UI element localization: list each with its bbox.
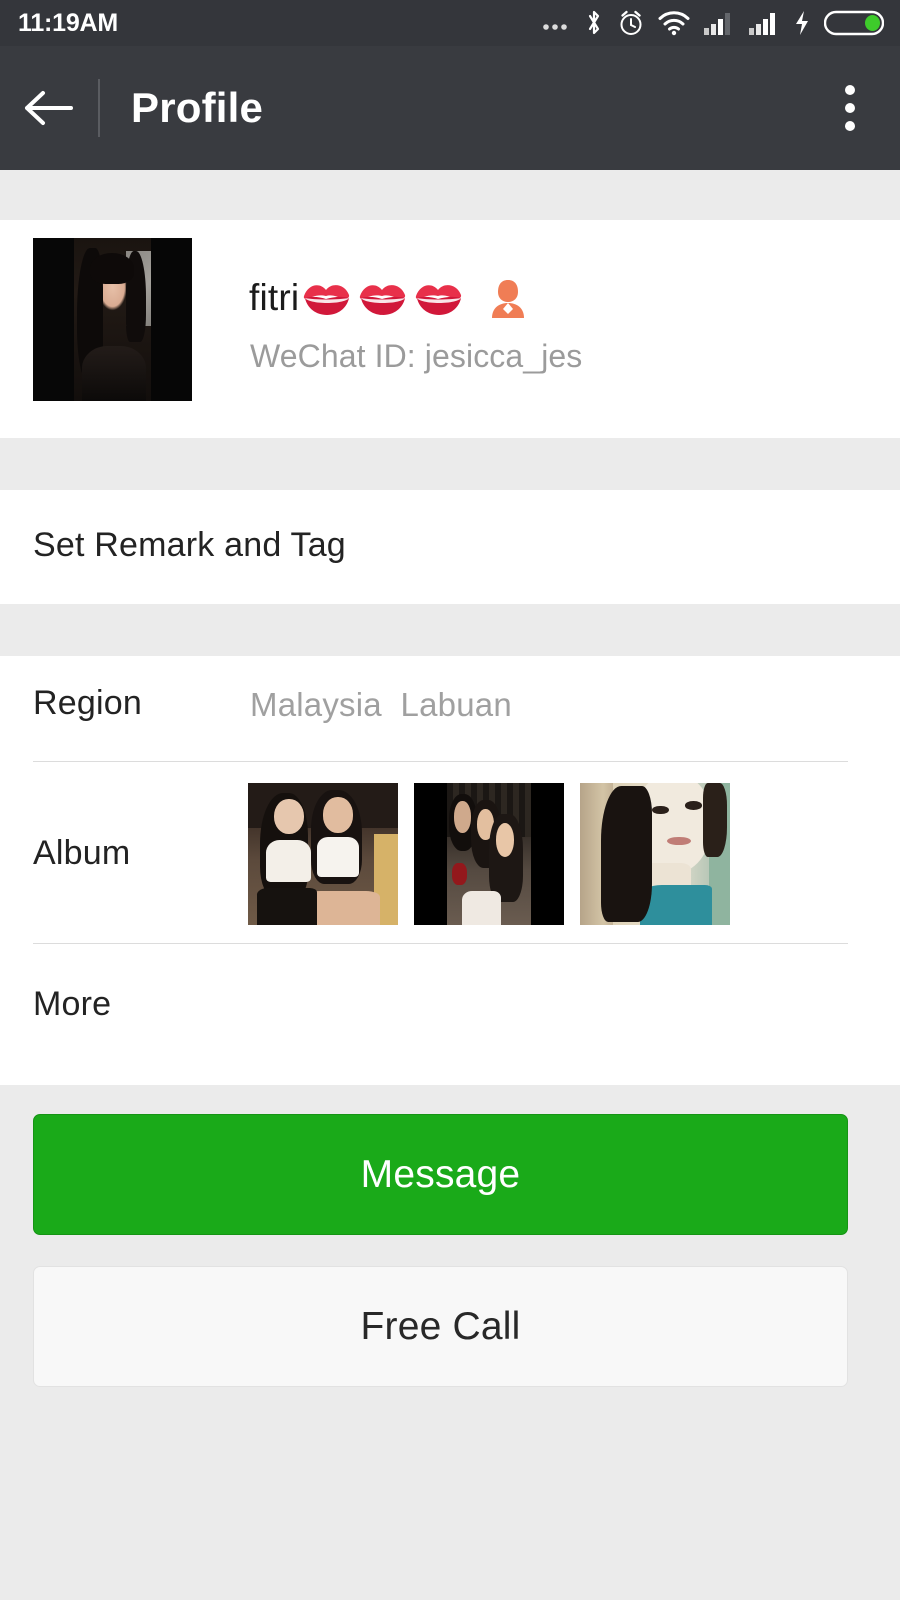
row-divider	[33, 943, 848, 944]
page-title: Profile	[131, 84, 264, 131]
region-label: Region	[33, 684, 142, 722]
thumb-skirt	[257, 888, 317, 925]
avatar-letterbox-right	[150, 238, 192, 401]
profile-header-card[interactable]: fitri WeChat ID: jesicca_jes	[0, 220, 900, 438]
person-silhouette-emoji	[492, 280, 525, 318]
thumb-clothing	[317, 836, 359, 877]
signal-sim2-icon	[749, 13, 775, 35]
wechat-id-label: WeChat ID: jesicca_jes	[250, 338, 583, 374]
message-button[interactable]: Message	[33, 1114, 848, 1235]
album-label: Album	[33, 834, 131, 872]
overflow-menu-button[interactable]	[800, 46, 900, 170]
wifi-icon	[658, 11, 690, 36]
avatar-photo	[74, 238, 151, 401]
app-bar-divider	[98, 79, 100, 137]
avatar-photo-dress	[81, 345, 147, 401]
set-remark-and-tag-label: Set Remark and Tag	[33, 526, 346, 564]
profile-screen: 11:19AM Profile fitri WeChat ID: jesicca…	[0, 0, 900, 1600]
more-vertical-icon-dot	[845, 121, 855, 131]
charging-bolt-icon	[796, 11, 808, 35]
album-thumb-3[interactable]	[580, 783, 730, 925]
album-thumb-2[interactable]	[414, 783, 564, 925]
thumb-eye	[685, 801, 702, 810]
thumb-clothing	[462, 890, 501, 925]
thumb-clothing	[266, 839, 311, 883]
info-panel: Region Malaysia Labuan Album More	[0, 656, 900, 1085]
thumb-face	[323, 797, 353, 833]
section-gap	[0, 170, 900, 220]
section-gap	[0, 604, 900, 656]
profile-name-text: fitri	[249, 277, 300, 318]
album-thumb-1[interactable]	[248, 783, 398, 925]
bluetooth-icon	[588, 10, 600, 35]
profile-name-emojis	[300, 276, 530, 320]
avatar-letterbox-left	[33, 238, 75, 401]
thumb-face	[453, 801, 471, 833]
thumb-inner-photo	[447, 783, 531, 925]
thumb-hair	[703, 783, 727, 857]
thumb-face	[495, 822, 515, 857]
status-bar-icons	[541, 8, 884, 38]
back-button[interactable]	[0, 46, 96, 170]
kiss-mark-emoji	[360, 285, 406, 315]
kiss-mark-emoji	[416, 285, 462, 315]
section-gap	[0, 438, 900, 490]
thumb-face	[273, 798, 304, 835]
status-bar-clock: 11:19AM	[18, 8, 119, 37]
profile-name: fitri	[249, 276, 530, 320]
battery-icon	[824, 10, 884, 36]
thumb-accent	[452, 862, 468, 886]
thumb-eye	[652, 805, 669, 815]
set-remark-and-tag-row[interactable]: Set Remark and Tag	[0, 490, 900, 604]
more-label: More	[33, 985, 112, 1023]
thumb-hair	[601, 785, 652, 923]
status-bar: 11:19AM	[0, 0, 900, 46]
signal-sim1-icon	[704, 13, 730, 35]
avatar-photo-fringe	[89, 252, 134, 284]
avatar[interactable]	[33, 238, 192, 401]
alarm-clock-icon	[620, 10, 642, 35]
bottom-action-area: Message Free Call	[0, 1085, 900, 1600]
row-divider	[33, 761, 848, 762]
more-vertical-icon-dot	[845, 103, 855, 113]
region-value: Malaysia Labuan	[250, 686, 512, 723]
kiss-mark-emoji	[304, 285, 350, 315]
app-bar: Profile	[0, 46, 900, 170]
free-call-button[interactable]: Free Call	[33, 1266, 848, 1387]
more-dots-icon	[543, 24, 567, 30]
arrow-left-icon	[25, 91, 73, 125]
album-thumbnails[interactable]	[248, 783, 730, 925]
more-vertical-icon-dot	[845, 85, 855, 95]
